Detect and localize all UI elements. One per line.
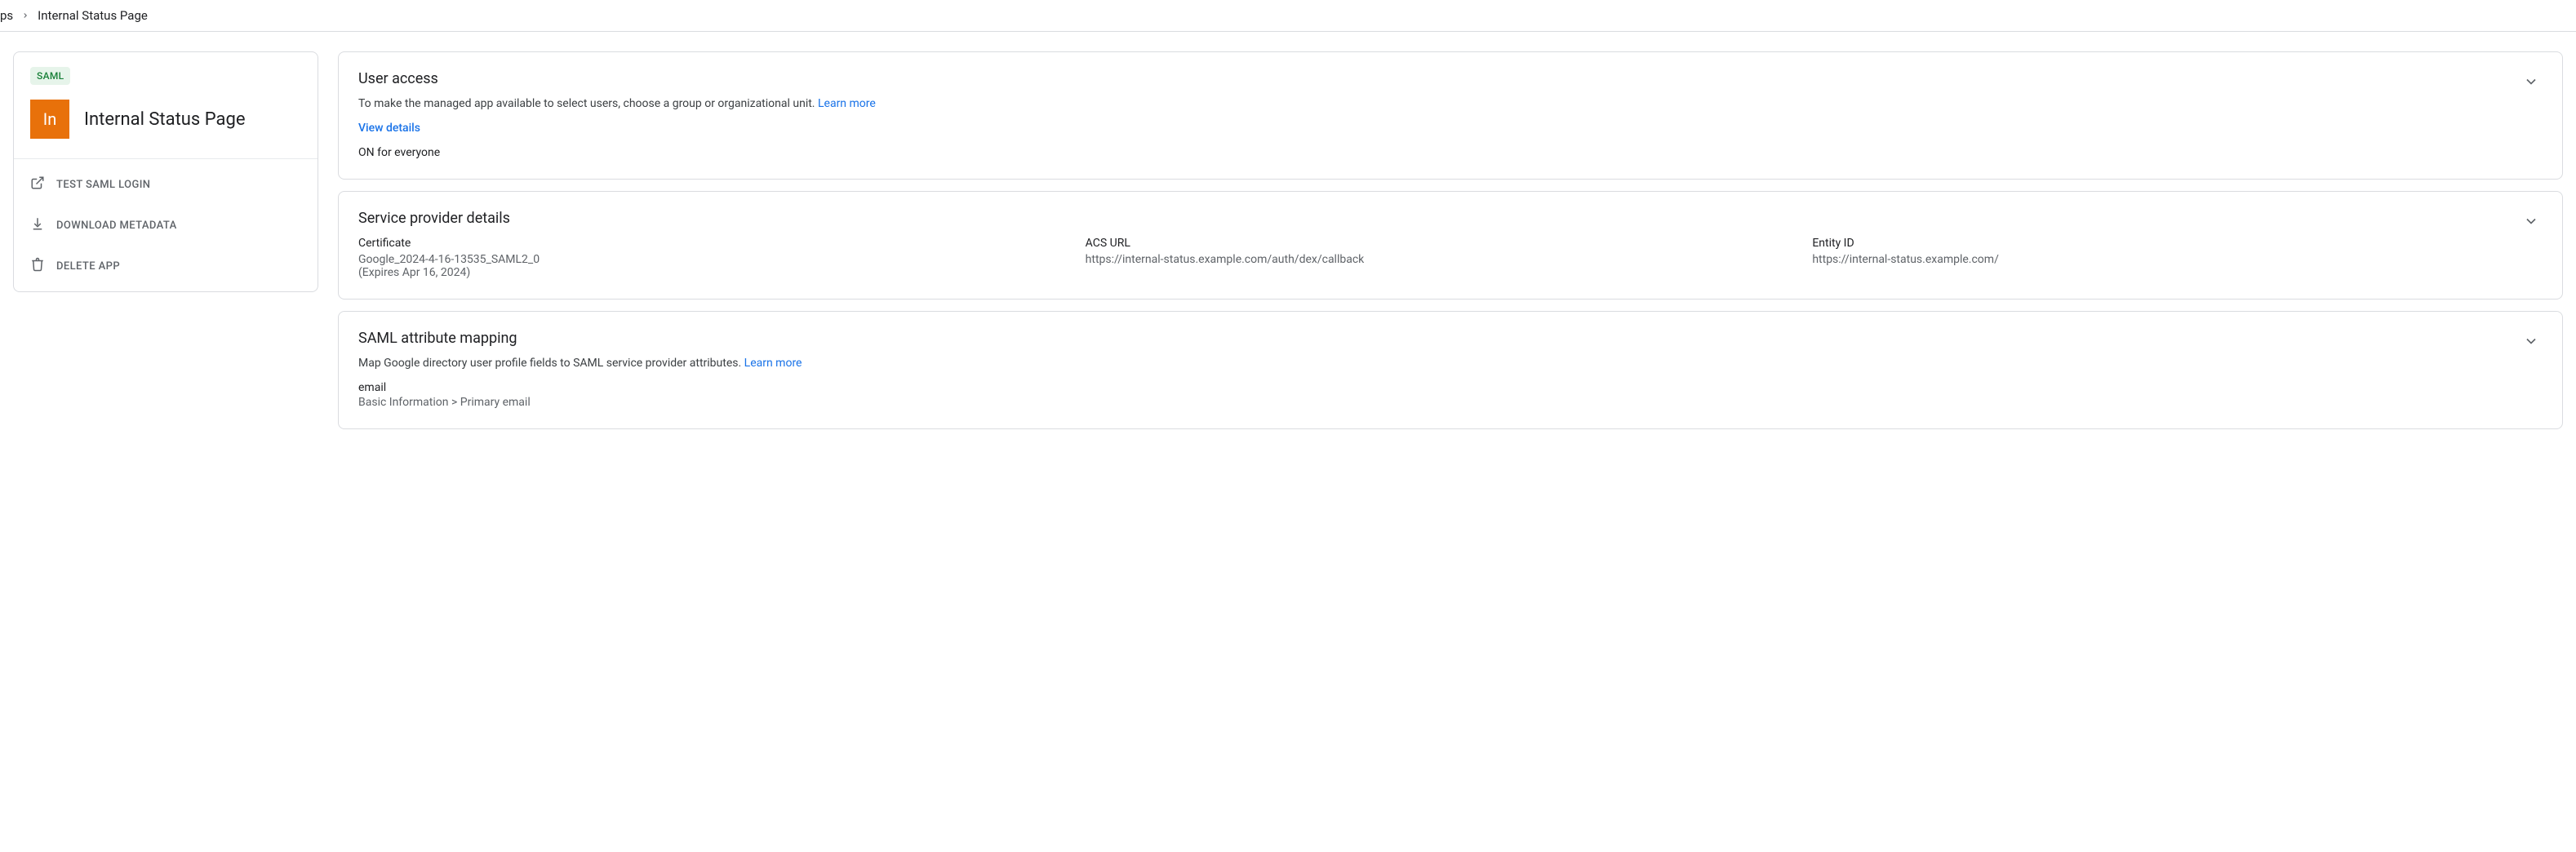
expand-service-provider-button[interactable]	[2520, 210, 2543, 236]
entity-id-field: Entity ID https://internal-status.exampl…	[1812, 237, 2520, 279]
acs-url-value: https://internal-status.example.com/auth…	[1086, 253, 1793, 266]
attribute-name: email	[358, 381, 2520, 394]
certificate-value: Google_2024-4-16-13535_SAML2_0 (Expires …	[358, 253, 1066, 279]
breadcrumb: ps Internal Status Page	[0, 0, 2576, 32]
download-metadata-label: DOWNLOAD METADATA	[56, 220, 177, 232]
expand-attribute-mapping-button[interactable]	[2520, 330, 2543, 356]
certificate-field: Certificate Google_2024-4-16-13535_SAML2…	[358, 237, 1066, 279]
attribute-mapping-learn-more-link[interactable]: Learn more	[744, 357, 802, 370]
user-access-title: User access	[358, 70, 2520, 87]
breadcrumb-parent[interactable]: ps	[0, 8, 13, 23]
entity-id-label: Entity ID	[1812, 237, 2520, 250]
chevron-down-icon	[2523, 80, 2539, 93]
user-access-status: ON for everyone	[358, 146, 2520, 159]
test-saml-login-label: TEST SAML LOGIN	[56, 179, 150, 191]
download-metadata-button[interactable]: DOWNLOAD METADATA	[14, 205, 318, 246]
chevron-down-icon	[2523, 339, 2539, 353]
download-icon	[30, 216, 45, 234]
app-logo: In	[30, 100, 69, 139]
attribute-row: email Basic Information > Primary email	[358, 381, 2520, 409]
attribute-path: Basic Information > Primary email	[358, 396, 2520, 409]
delete-app-button[interactable]: DELETE APP	[14, 246, 318, 286]
entity-id-value: https://internal-status.example.com/	[1812, 253, 2520, 266]
saml-badge: SAML	[30, 67, 70, 85]
acs-url-field: ACS URL https://internal-status.example.…	[1086, 237, 1793, 279]
certificate-label: Certificate	[358, 237, 1066, 250]
view-details-link[interactable]: View details	[358, 122, 2520, 135]
user-access-description: To make the managed app available to sel…	[358, 97, 2520, 110]
trash-icon	[30, 257, 45, 275]
delete-app-label: DELETE APP	[56, 260, 120, 273]
attribute-mapping-title: SAML attribute mapping	[358, 330, 2520, 347]
service-provider-title: Service provider details	[358, 210, 2520, 227]
expand-user-access-button[interactable]	[2520, 70, 2543, 96]
attribute-mapping-panel: SAML attribute mapping Map Google direct…	[338, 311, 2563, 429]
service-provider-panel: Service provider details Certificate Goo…	[338, 191, 2563, 300]
app-title: Internal Status Page	[84, 109, 245, 130]
app-side-card: SAML In Internal Status Page TEST SAML L…	[13, 51, 318, 292]
acs-url-label: ACS URL	[1086, 237, 1793, 250]
open-external-icon	[30, 175, 45, 193]
breadcrumb-current: Internal Status Page	[38, 8, 148, 23]
chevron-right-icon	[21, 8, 29, 23]
user-access-learn-more-link[interactable]: Learn more	[818, 97, 876, 110]
attribute-mapping-description: Map Google directory user profile fields…	[358, 357, 2520, 370]
chevron-down-icon	[2523, 220, 2539, 233]
user-access-panel: User access To make the managed app avai…	[338, 51, 2563, 180]
test-saml-login-button[interactable]: TEST SAML LOGIN	[14, 164, 318, 205]
